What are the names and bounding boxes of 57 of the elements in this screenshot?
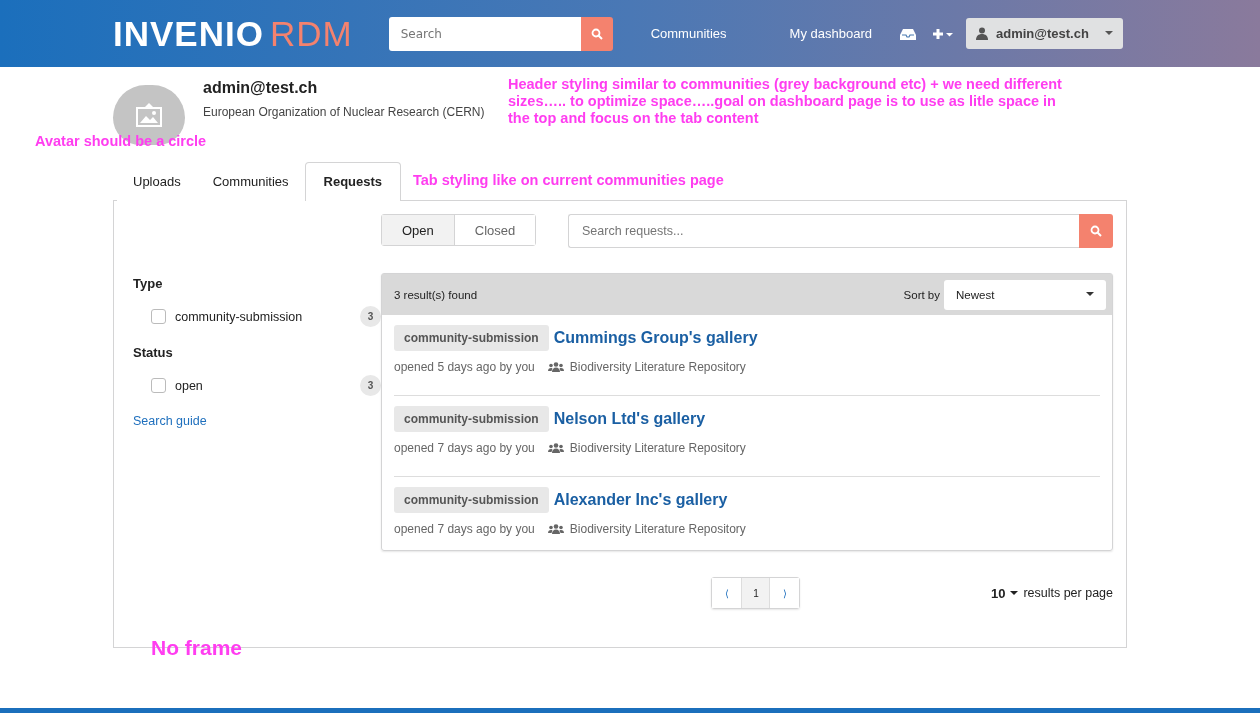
search-button[interactable] [580,16,613,51]
facet-title: Type [133,276,164,291]
profile-affiliation: European Organization of Nuclear Research (CERN) [203,105,485,119]
per-page-label: results per page [1023,586,1113,600]
page-button[interactable]: 1 [741,578,771,608]
checkbox[interactable] [151,378,166,393]
sort-dropdown[interactable]: Newest [944,279,1106,310]
request-meta: opened 5 days ago by you [394,360,535,374]
caret-icon [1086,292,1094,297]
caret-icon[interactable] [1010,590,1019,596]
community-name: Biodiversity Literature Repository [569,441,746,455]
type-label: community-submission [394,406,549,432]
request-meta: opened 7 days ago by you [394,522,535,536]
per-page-value[interactable]: 10 [990,585,1006,601]
tab[interactable]: Requests [304,162,402,201]
users-icon [547,524,564,534]
search-button[interactable] [1079,214,1113,248]
annotation-note: Tab styling like on current communities page [413,172,724,189]
facet-title: Status [133,345,174,360]
user-icon [976,27,988,40]
status-toggle-button[interactable]: Open [382,215,455,245]
facet-label[interactable]: community-submission [175,309,360,324]
request-title-link[interactable]: Nelson Ltd's gallery [553,410,706,428]
profile-name: admin@test.ch [203,79,319,97]
request-title-link[interactable]: Cummings Group's gallery [553,329,758,347]
type-label: community-submission [394,487,549,513]
search-field[interactable]: Search [388,16,581,51]
type-label: community-submission [394,325,549,351]
users-icon [547,362,564,372]
facet-count: 3 [360,375,381,396]
facet-count: 3 [360,306,381,327]
nav-link[interactable]: My dashboard [789,26,872,41]
previous-page-button[interactable]: ⟨ [712,578,742,608]
request-title-link[interactable]: Alexander Inc's gallery [553,491,728,509]
search-guide-link[interactable]: Search guide [133,414,381,428]
annotation-note: Header styling similar to communities (grey background etc) + we need different sizes….. to optimize space…..goal on dashboard page is to use as litle space in the top and focus on the tab content [508,76,1063,127]
caret-icon [1105,31,1113,36]
facet-label[interactable]: open [175,378,360,393]
search-icon [590,27,603,40]
community-name: Biodiversity Literature Repository [569,522,746,536]
image-icon [136,103,162,127]
inbox-icon[interactable] [900,27,916,40]
nav-link[interactable]: Communities [650,26,727,41]
plus-menu-icon[interactable] [932,27,954,40]
results-count: 3 result(s) found [394,288,478,301]
annotation-note: No frame [151,636,243,660]
request-meta: opened 7 days ago by you [394,441,535,455]
request-search-field[interactable]: Search requests... [568,214,1079,248]
annotation-note: Avatar should be a circle [35,133,207,150]
user-menu-button[interactable]: admin@test.ch [966,18,1123,49]
checkbox[interactable] [151,309,166,324]
users-icon [547,443,564,453]
next-page-button[interactable]: ⟩ [770,578,800,608]
logo[interactable]: INVENIO RDM [113,13,353,54]
community-name: Biodiversity Literature Repository [569,360,746,374]
search-icon [1090,225,1102,237]
sort-label: Sort by [903,288,940,301]
